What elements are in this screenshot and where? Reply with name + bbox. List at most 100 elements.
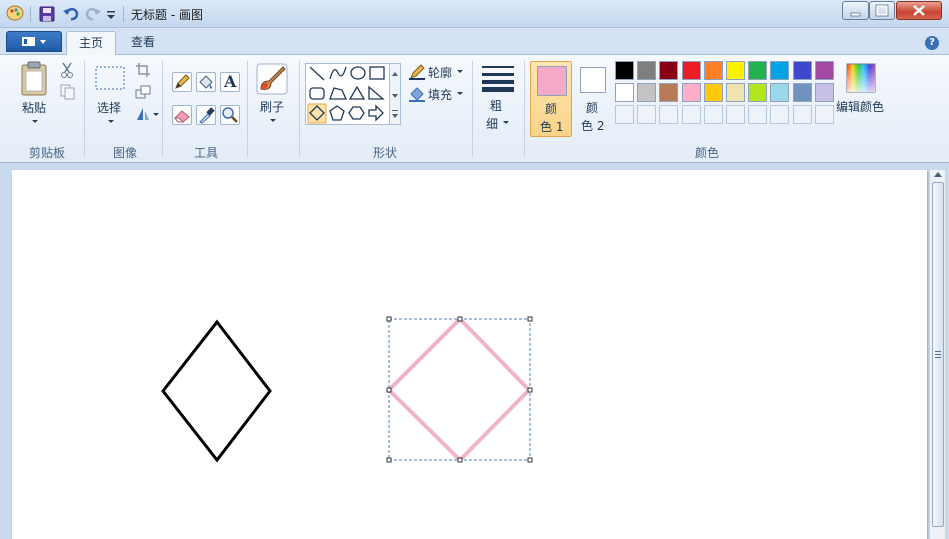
- palette-swatch[interactable]: [792, 83, 812, 102]
- palette-swatch[interactable]: [770, 83, 790, 102]
- scrollbar-thumb[interactable]: [932, 182, 944, 527]
- palette-swatch[interactable]: [681, 61, 701, 80]
- color2-label-line1: 颜: [586, 101, 599, 115]
- select-rect-icon: [95, 66, 125, 90]
- palette-swatch[interactable]: [681, 83, 701, 102]
- undo-icon[interactable]: [62, 5, 80, 23]
- palette-swatch[interactable]: [615, 83, 634, 102]
- group-separator: [84, 61, 85, 157]
- hexagon-shape-icon: [348, 106, 365, 120]
- black-diamond-shape[interactable]: [161, 319, 272, 463]
- vertical-scrollbar[interactable]: [929, 170, 945, 539]
- paint-app-icon[interactable]: [6, 5, 24, 21]
- minimize-icon: [850, 12, 861, 17]
- shape-selection-box: [388, 318, 531, 461]
- crop-icon[interactable]: [134, 61, 152, 79]
- tab-home[interactable]: 主页: [66, 31, 117, 55]
- size-label-line2: 细: [486, 117, 499, 131]
- color-picker-tool[interactable]: [196, 105, 216, 125]
- palette-swatch[interactable]: [703, 61, 723, 80]
- color2-button[interactable]: 颜 色 2: [574, 61, 614, 137]
- triangle-shape-icon: [348, 85, 366, 100]
- custom-color-slot[interactable]: [659, 105, 679, 124]
- tab-view[interactable]: 查看: [119, 31, 167, 55]
- cut-icon[interactable]: [58, 61, 76, 79]
- custom-color-slot[interactable]: [615, 105, 634, 124]
- palette-swatch[interactable]: [637, 83, 657, 102]
- clipboard-group-label: 剪贴板: [28, 146, 65, 160]
- close-button[interactable]: [896, 1, 942, 20]
- custom-color-slot[interactable]: [703, 105, 723, 124]
- resize-icon[interactable]: [134, 83, 152, 101]
- custom-color-slot[interactable]: [637, 105, 657, 124]
- canvas-workspace: [0, 163, 949, 539]
- copy-icon[interactable]: [58, 83, 76, 101]
- curve-shape-icon: [329, 66, 347, 80]
- edit-colors-button[interactable]: 编辑颜色: [836, 63, 886, 123]
- palette-swatch[interactable]: [726, 83, 745, 102]
- pencil-icon: [175, 74, 190, 89]
- scroll-up-arrow-icon[interactable]: [934, 172, 942, 177]
- color1-button[interactable]: 颜 色 1: [530, 61, 572, 137]
- resize-handle-bottom-left[interactable]: [386, 457, 392, 463]
- resize-handle-bottom-right[interactable]: [527, 457, 533, 463]
- fill-dropdown-icon: [457, 92, 463, 95]
- fill-tool[interactable]: [196, 72, 216, 92]
- palette-swatch[interactable]: [814, 83, 834, 102]
- outline-button[interactable]: 轮廓: [408, 63, 470, 81]
- shapes-gallery-icons: [307, 66, 385, 124]
- palette-swatch[interactable]: [615, 61, 634, 80]
- palette-swatch[interactable]: [748, 83, 768, 102]
- resize-handle-bottom[interactable]: [457, 457, 463, 463]
- custom-color-slot[interactable]: [770, 105, 790, 124]
- quick-access-separator: [30, 6, 31, 22]
- palette-swatch[interactable]: [726, 61, 745, 80]
- custom-color-slot[interactable]: [748, 105, 768, 124]
- resize-handle-top-right[interactable]: [527, 316, 533, 322]
- group-separator: [524, 61, 525, 157]
- rotate-icon[interactable]: [134, 105, 160, 123]
- tools-group-label: 工具: [193, 146, 218, 160]
- palette-swatch[interactable]: [814, 61, 834, 80]
- color1-label-line1: 颜: [545, 102, 558, 116]
- palette-swatch[interactable]: [748, 61, 768, 80]
- custom-color-slot[interactable]: [792, 105, 812, 124]
- canvas-drawing: [161, 316, 533, 463]
- pink-diamond-shape[interactable]: [386, 316, 532, 463]
- palette-swatch[interactable]: [659, 61, 679, 80]
- color2-swatch: [580, 67, 606, 93]
- text-tool[interactable]: A: [220, 72, 240, 92]
- resize-handle-top[interactable]: [457, 316, 463, 322]
- shapes-gallery-scroll[interactable]: [389, 63, 401, 125]
- pencil-tool[interactable]: [172, 72, 192, 92]
- custom-color-slot[interactable]: [814, 105, 834, 124]
- brushes-button[interactable]: 刷子: [255, 63, 291, 131]
- fill-button[interactable]: 填充: [408, 85, 470, 103]
- eraser-tool[interactable]: [172, 105, 192, 125]
- custom-color-slot[interactable]: [726, 105, 745, 124]
- paint-menu-button[interactable]: [6, 31, 62, 52]
- paste-button[interactable]: 粘贴: [14, 61, 54, 131]
- minimize-button[interactable]: [842, 1, 869, 20]
- title-separator: [123, 6, 124, 22]
- palette-swatch[interactable]: [703, 83, 723, 102]
- resize-handle-left[interactable]: [386, 387, 392, 393]
- palette-swatch[interactable]: [792, 61, 812, 80]
- palette-swatch[interactable]: [770, 61, 790, 80]
- magnifier-tool[interactable]: [220, 105, 240, 125]
- resize-handle-top-left[interactable]: [386, 316, 392, 322]
- save-icon[interactable]: [38, 5, 56, 23]
- resize-handle-right[interactable]: [527, 387, 533, 393]
- select-button[interactable]: 选择: [93, 65, 129, 131]
- size-button[interactable]: 粗 细: [480, 63, 516, 133]
- paste-dropdown-icon: [32, 120, 38, 123]
- palette-swatch[interactable]: [659, 83, 679, 102]
- palette-swatch[interactable]: [637, 61, 657, 80]
- redo-icon[interactable]: [84, 5, 102, 23]
- fill-label: 填充: [428, 88, 453, 102]
- customize-quick-access-dropdown-icon[interactable]: [104, 5, 118, 23]
- help-icon[interactable]: ?: [925, 36, 939, 50]
- maximize-button[interactable]: [869, 1, 895, 20]
- drawing-canvas[interactable]: [12, 170, 927, 539]
- custom-color-slot[interactable]: [681, 105, 701, 124]
